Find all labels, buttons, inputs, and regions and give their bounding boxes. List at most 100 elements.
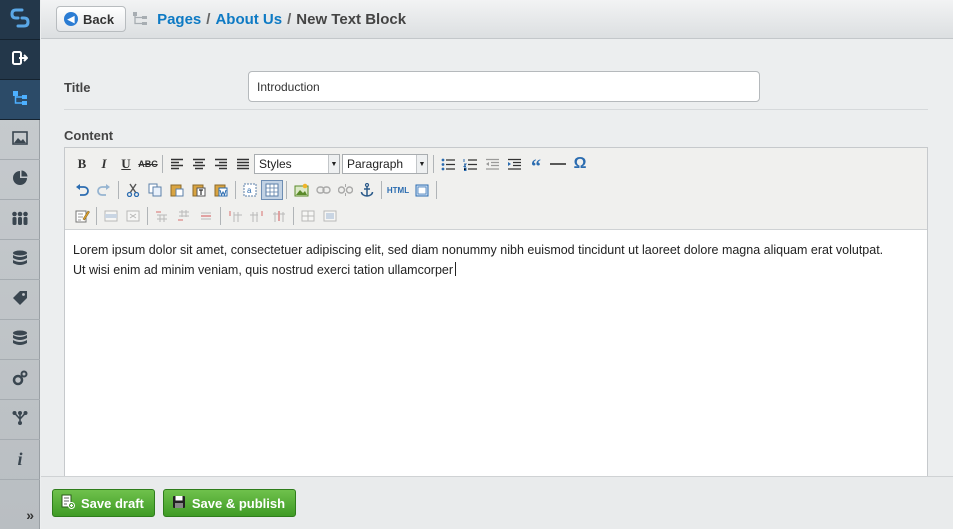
paste-word-icon <box>214 184 228 197</box>
styles-select[interactable]: Styles ▼ <box>254 154 340 174</box>
insert-row-before-button[interactable] <box>151 206 173 226</box>
table-row-props-button[interactable] <box>100 206 122 226</box>
format-select[interactable]: Paragraph ▼ <box>342 154 428 174</box>
html-source-button[interactable]: HTML <box>385 180 411 200</box>
insert-image-button[interactable] <box>290 180 312 200</box>
table-cell-props-button[interactable] <box>122 206 144 226</box>
sitetree-small-icon <box>133 12 148 26</box>
bold-icon: B <box>77 156 87 171</box>
omega-icon: Ω <box>573 155 587 172</box>
tag-icon <box>12 290 28 309</box>
table-row-icon <box>104 210 118 222</box>
image-insert-icon <box>294 183 308 197</box>
blockquote-button[interactable]: “ <box>525 154 547 178</box>
save-publish-button[interactable]: Save & publish <box>162 489 297 517</box>
delete-row-button[interactable] <box>195 206 217 226</box>
split-cells-button[interactable] <box>297 206 319 226</box>
select-all-icon: a <box>243 183 257 197</box>
copy-button[interactable] <box>144 180 166 200</box>
insert-col-after-button[interactable] <box>246 206 268 226</box>
insert-row-after-button[interactable] <box>173 206 195 226</box>
visual-aid-button[interactable] <box>261 180 283 200</box>
fullscreen-button[interactable] <box>411 180 433 200</box>
save-publish-label: Save & publish <box>191 495 286 511</box>
redo-icon <box>97 184 110 196</box>
italic-button[interactable]: I <box>93 154 115 174</box>
align-right-button[interactable] <box>210 154 232 174</box>
select-all-button[interactable]: a <box>239 180 261 200</box>
outdent-button[interactable] <box>481 154 503 174</box>
special-char-button[interactable]: Ω <box>569 154 591 174</box>
merge-cells-button[interactable] <box>319 206 341 226</box>
action-footer: Save draft Save & publish <box>41 476 953 529</box>
link-icon <box>315 186 331 194</box>
indent-button[interactable] <box>503 154 525 174</box>
strikethrough-button[interactable]: ABC <box>137 154 159 174</box>
hierarchy-icon <box>12 410 28 429</box>
horizontal-rule-button[interactable] <box>547 154 569 174</box>
cut-button[interactable] <box>122 180 144 200</box>
toolbar-separator <box>96 207 97 225</box>
title-input[interactable] <box>248 71 760 102</box>
delete-col-icon <box>273 211 285 222</box>
unlink-button[interactable] <box>334 180 356 200</box>
toolbar-separator <box>436 181 437 199</box>
rail-item-help[interactable]: i <box>0 440 40 480</box>
back-button-label: Back <box>83 11 115 27</box>
image-icon <box>12 131 28 148</box>
rail-item-sitetree[interactable] <box>0 400 40 440</box>
rail-item-reports[interactable] <box>0 160 40 200</box>
editor-content-area[interactable]: Lorem ipsum dolor sit amet, consectetuer… <box>65 230 927 290</box>
align-left-icon <box>171 158 183 170</box>
bold-button[interactable]: B <box>71 154 93 174</box>
edit-content-button[interactable] <box>71 206 93 226</box>
edit-form: Title Content B I U ABC Styles ▼ <box>41 40 953 482</box>
rail-item-security[interactable] <box>0 200 40 240</box>
outdent-icon <box>485 158 499 170</box>
insert-link-button[interactable] <box>312 180 334 200</box>
paste-button[interactable] <box>166 180 188 200</box>
title-label: Title <box>64 80 91 95</box>
align-center-button[interactable] <box>188 154 210 174</box>
rail-item-database-alt[interactable] <box>0 320 40 360</box>
unlink-icon <box>337 184 353 196</box>
align-justify-icon <box>237 158 249 170</box>
quote-icon: “ <box>531 156 541 178</box>
breadcrumb-current: New Text Block <box>296 10 407 28</box>
editor-text-line: Ut wisi enim ad minim veniam, quis nostr… <box>73 263 454 277</box>
editor-text-line-with-caret: Ut wisi enim ad minim veniam, quis nostr… <box>73 260 919 280</box>
grid-icon <box>265 183 279 197</box>
insert-col-before-button[interactable] <box>224 206 246 226</box>
styles-select-value: Styles <box>259 157 292 171</box>
rail-item-files[interactable] <box>0 120 40 160</box>
underline-button[interactable]: U <box>115 154 137 174</box>
logo[interactable] <box>0 0 40 40</box>
rail-item-tags[interactable] <box>0 280 40 320</box>
back-button[interactable]: ◀ Back <box>56 6 127 32</box>
expand-rail-button[interactable]: » <box>0 501 40 529</box>
breadcrumb-about-us[interactable]: About Us <box>215 11 282 28</box>
copy-icon <box>148 183 162 197</box>
paste-text-button[interactable] <box>188 180 210 200</box>
indent-icon <box>507 158 521 170</box>
breadcrumb-pages[interactable]: Pages <box>157 11 201 28</box>
rail-item-settings[interactable] <box>0 360 40 400</box>
svg-text:a: a <box>247 186 252 195</box>
rail-item-pages[interactable] <box>0 80 40 120</box>
numbered-list-button[interactable] <box>459 154 481 174</box>
paste-word-button[interactable] <box>210 180 232 200</box>
rail-item-logout[interactable] <box>0 40 40 80</box>
save-draft-button[interactable]: Save draft <box>52 489 155 517</box>
rail-item-database[interactable] <box>0 240 40 280</box>
undo-button[interactable] <box>71 180 93 200</box>
save-draft-label: Save draft <box>81 495 144 511</box>
bullet-list-button[interactable] <box>437 154 459 174</box>
align-left-button[interactable] <box>166 154 188 174</box>
align-justify-button[interactable] <box>232 154 254 174</box>
redo-button[interactable] <box>93 180 115 200</box>
toolbar-row <box>65 203 927 229</box>
anchor-button[interactable] <box>356 180 378 200</box>
database-icon <box>12 250 28 269</box>
toolbar-separator <box>235 181 236 199</box>
delete-col-button[interactable] <box>268 206 290 226</box>
